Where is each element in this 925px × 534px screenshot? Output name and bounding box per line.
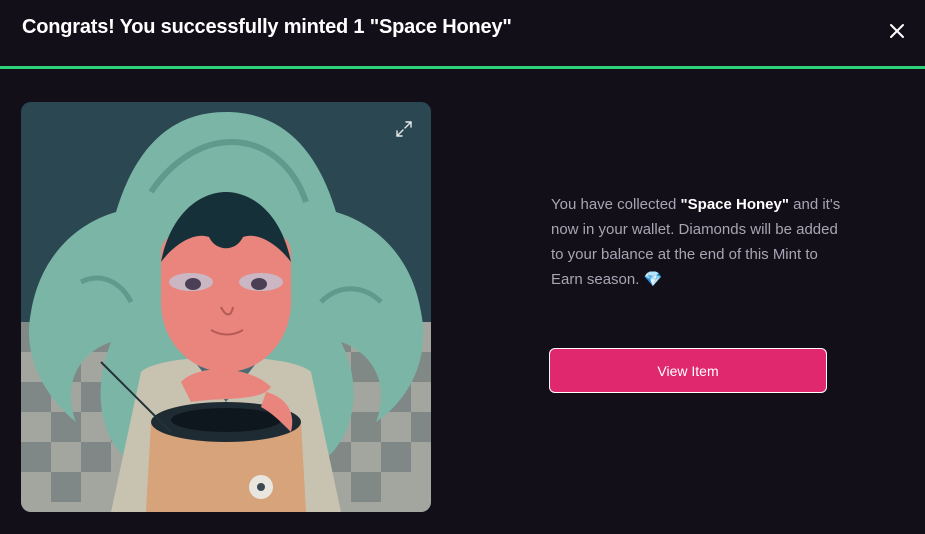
- mint-info-text: You have collected "Space Honey" and it'…: [551, 192, 841, 292]
- close-icon[interactable]: [884, 18, 910, 44]
- item-name: "Space Honey": [680, 196, 789, 213]
- nft-artwork-image: [21, 102, 431, 512]
- diamond-icon: 💎: [643, 271, 663, 288]
- success-divider: [0, 66, 925, 69]
- mint-success-modal: Congrats! You successfully minted 1 "Spa…: [0, 0, 925, 534]
- modal-header: Congrats! You successfully minted 1 "Spa…: [0, 0, 925, 68]
- view-item-button[interactable]: View Item: [549, 348, 827, 393]
- info-prefix: You have collected: [551, 196, 681, 213]
- modal-title: Congrats! You successfully minted 1 "Spa…: [22, 16, 512, 38]
- expand-icon[interactable]: [395, 120, 413, 138]
